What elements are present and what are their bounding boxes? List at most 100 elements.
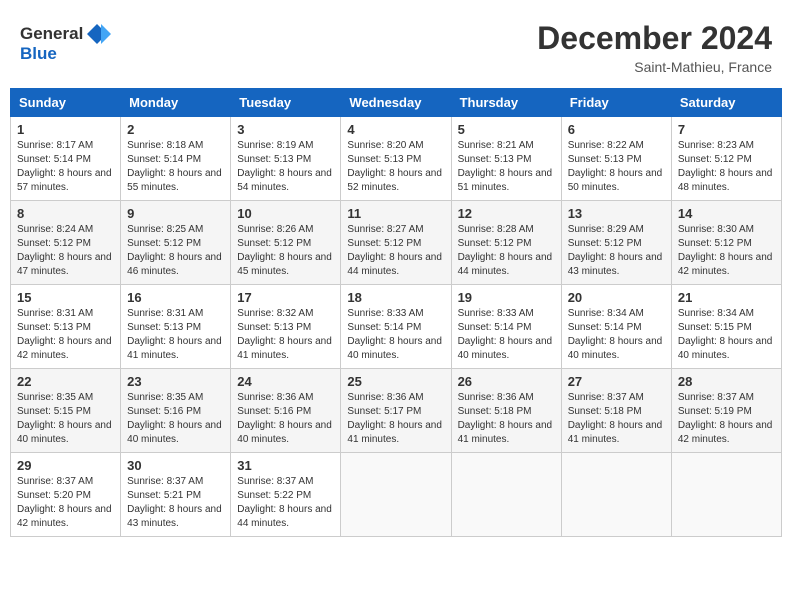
day-info: Sunrise: 8:31 AM Sunset: 5:13 PM Dayligh… (127, 307, 224, 363)
logo-text: General Blue (20, 20, 111, 64)
day-number: 9 (127, 206, 224, 221)
calendar-cell: 26 Sunrise: 8:36 AM Sunset: 5:18 PM Dayl… (451, 369, 561, 453)
header-thursday: Thursday (451, 89, 561, 117)
header-monday: Monday (121, 89, 231, 117)
calendar-cell: 24 Sunrise: 8:36 AM Sunset: 5:16 PM Dayl… (231, 369, 341, 453)
day-number: 22 (17, 374, 114, 389)
day-number: 30 (127, 458, 224, 473)
calendar-cell: 25 Sunrise: 8:36 AM Sunset: 5:17 PM Dayl… (341, 369, 451, 453)
calendar-cell: 5 Sunrise: 8:21 AM Sunset: 5:13 PM Dayli… (451, 117, 561, 201)
calendar-cell: 23 Sunrise: 8:35 AM Sunset: 5:16 PM Dayl… (121, 369, 231, 453)
calendar-week-5: 29 Sunrise: 8:37 AM Sunset: 5:20 PM Dayl… (11, 453, 782, 537)
day-number: 31 (237, 458, 334, 473)
calendar-cell: 11 Sunrise: 8:27 AM Sunset: 5:12 PM Dayl… (341, 201, 451, 285)
day-info: Sunrise: 8:28 AM Sunset: 5:12 PM Dayligh… (458, 223, 555, 279)
day-info: Sunrise: 8:37 AM Sunset: 5:18 PM Dayligh… (568, 391, 665, 447)
calendar-cell (671, 453, 781, 537)
calendar-cell: 12 Sunrise: 8:28 AM Sunset: 5:12 PM Dayl… (451, 201, 561, 285)
day-info: Sunrise: 8:27 AM Sunset: 5:12 PM Dayligh… (347, 223, 444, 279)
header-friday: Friday (561, 89, 671, 117)
day-number: 15 (17, 290, 114, 305)
page-header: General Blue December 2024 Saint-Mathieu… (10, 10, 782, 80)
calendar-week-3: 15 Sunrise: 8:31 AM Sunset: 5:13 PM Dayl… (11, 285, 782, 369)
calendar-cell: 27 Sunrise: 8:37 AM Sunset: 5:18 PM Dayl… (561, 369, 671, 453)
day-info: Sunrise: 8:20 AM Sunset: 5:13 PM Dayligh… (347, 139, 444, 195)
day-number: 27 (568, 374, 665, 389)
calendar-cell: 14 Sunrise: 8:30 AM Sunset: 5:12 PM Dayl… (671, 201, 781, 285)
calendar-week-1: 1 Sunrise: 8:17 AM Sunset: 5:14 PM Dayli… (11, 117, 782, 201)
day-number: 19 (458, 290, 555, 305)
day-info: Sunrise: 8:36 AM Sunset: 5:17 PM Dayligh… (347, 391, 444, 447)
day-number: 4 (347, 122, 444, 137)
day-info: Sunrise: 8:17 AM Sunset: 5:14 PM Dayligh… (17, 139, 114, 195)
day-number: 3 (237, 122, 334, 137)
calendar-cell: 21 Sunrise: 8:34 AM Sunset: 5:15 PM Dayl… (671, 285, 781, 369)
day-info: Sunrise: 8:22 AM Sunset: 5:13 PM Dayligh… (568, 139, 665, 195)
day-number: 5 (458, 122, 555, 137)
calendar-cell: 2 Sunrise: 8:18 AM Sunset: 5:14 PM Dayli… (121, 117, 231, 201)
calendar-cell: 16 Sunrise: 8:31 AM Sunset: 5:13 PM Dayl… (121, 285, 231, 369)
day-info: Sunrise: 8:33 AM Sunset: 5:14 PM Dayligh… (458, 307, 555, 363)
day-info: Sunrise: 8:19 AM Sunset: 5:13 PM Dayligh… (237, 139, 334, 195)
calendar-cell: 17 Sunrise: 8:32 AM Sunset: 5:13 PM Dayl… (231, 285, 341, 369)
calendar-cell (451, 453, 561, 537)
calendar-cell: 18 Sunrise: 8:33 AM Sunset: 5:14 PM Dayl… (341, 285, 451, 369)
day-info: Sunrise: 8:37 AM Sunset: 5:19 PM Dayligh… (678, 391, 775, 447)
location: Saint-Mathieu, France (537, 59, 772, 75)
calendar-cell: 4 Sunrise: 8:20 AM Sunset: 5:13 PM Dayli… (341, 117, 451, 201)
calendar-cell: 29 Sunrise: 8:37 AM Sunset: 5:20 PM Dayl… (11, 453, 121, 537)
calendar-week-2: 8 Sunrise: 8:24 AM Sunset: 5:12 PM Dayli… (11, 201, 782, 285)
day-info: Sunrise: 8:37 AM Sunset: 5:20 PM Dayligh… (17, 475, 114, 531)
calendar-cell: 13 Sunrise: 8:29 AM Sunset: 5:12 PM Dayl… (561, 201, 671, 285)
logo: General Blue (20, 20, 111, 64)
logo-icon (83, 20, 111, 48)
day-info: Sunrise: 8:37 AM Sunset: 5:22 PM Dayligh… (237, 475, 334, 531)
day-info: Sunrise: 8:26 AM Sunset: 5:12 PM Dayligh… (237, 223, 334, 279)
day-number: 14 (678, 206, 775, 221)
calendar-cell: 15 Sunrise: 8:31 AM Sunset: 5:13 PM Dayl… (11, 285, 121, 369)
day-number: 12 (458, 206, 555, 221)
calendar-cell: 28 Sunrise: 8:37 AM Sunset: 5:19 PM Dayl… (671, 369, 781, 453)
day-info: Sunrise: 8:24 AM Sunset: 5:12 PM Dayligh… (17, 223, 114, 279)
day-number: 6 (568, 122, 665, 137)
month-title: December 2024 (537, 20, 772, 57)
day-info: Sunrise: 8:18 AM Sunset: 5:14 PM Dayligh… (127, 139, 224, 195)
day-number: 25 (347, 374, 444, 389)
day-info: Sunrise: 8:29 AM Sunset: 5:12 PM Dayligh… (568, 223, 665, 279)
header-tuesday: Tuesday (231, 89, 341, 117)
day-number: 2 (127, 122, 224, 137)
day-info: Sunrise: 8:36 AM Sunset: 5:16 PM Dayligh… (237, 391, 334, 447)
day-number: 17 (237, 290, 334, 305)
calendar-cell: 1 Sunrise: 8:17 AM Sunset: 5:14 PM Dayli… (11, 117, 121, 201)
day-info: Sunrise: 8:37 AM Sunset: 5:21 PM Dayligh… (127, 475, 224, 531)
day-number: 13 (568, 206, 665, 221)
header-saturday: Saturday (671, 89, 781, 117)
calendar-cell: 22 Sunrise: 8:35 AM Sunset: 5:15 PM Dayl… (11, 369, 121, 453)
day-info: Sunrise: 8:34 AM Sunset: 5:14 PM Dayligh… (568, 307, 665, 363)
calendar-cell (561, 453, 671, 537)
header-sunday: Sunday (11, 89, 121, 117)
day-number: 10 (237, 206, 334, 221)
calendar-cell: 3 Sunrise: 8:19 AM Sunset: 5:13 PM Dayli… (231, 117, 341, 201)
day-number: 16 (127, 290, 224, 305)
day-number: 26 (458, 374, 555, 389)
calendar-table: SundayMondayTuesdayWednesdayThursdayFrid… (10, 88, 782, 537)
calendar-cell: 30 Sunrise: 8:37 AM Sunset: 5:21 PM Dayl… (121, 453, 231, 537)
day-number: 24 (237, 374, 334, 389)
calendar-cell: 9 Sunrise: 8:25 AM Sunset: 5:12 PM Dayli… (121, 201, 231, 285)
day-info: Sunrise: 8:34 AM Sunset: 5:15 PM Dayligh… (678, 307, 775, 363)
day-info: Sunrise: 8:30 AM Sunset: 5:12 PM Dayligh… (678, 223, 775, 279)
calendar-cell: 10 Sunrise: 8:26 AM Sunset: 5:12 PM Dayl… (231, 201, 341, 285)
calendar-cell: 31 Sunrise: 8:37 AM Sunset: 5:22 PM Dayl… (231, 453, 341, 537)
calendar-cell: 20 Sunrise: 8:34 AM Sunset: 5:14 PM Dayl… (561, 285, 671, 369)
calendar-cell: 8 Sunrise: 8:24 AM Sunset: 5:12 PM Dayli… (11, 201, 121, 285)
day-info: Sunrise: 8:36 AM Sunset: 5:18 PM Dayligh… (458, 391, 555, 447)
day-number: 28 (678, 374, 775, 389)
day-info: Sunrise: 8:35 AM Sunset: 5:15 PM Dayligh… (17, 391, 114, 447)
calendar-cell (341, 453, 451, 537)
day-number: 7 (678, 122, 775, 137)
calendar-cell: 6 Sunrise: 8:22 AM Sunset: 5:13 PM Dayli… (561, 117, 671, 201)
day-info: Sunrise: 8:23 AM Sunset: 5:12 PM Dayligh… (678, 139, 775, 195)
day-info: Sunrise: 8:35 AM Sunset: 5:16 PM Dayligh… (127, 391, 224, 447)
day-info: Sunrise: 8:32 AM Sunset: 5:13 PM Dayligh… (237, 307, 334, 363)
